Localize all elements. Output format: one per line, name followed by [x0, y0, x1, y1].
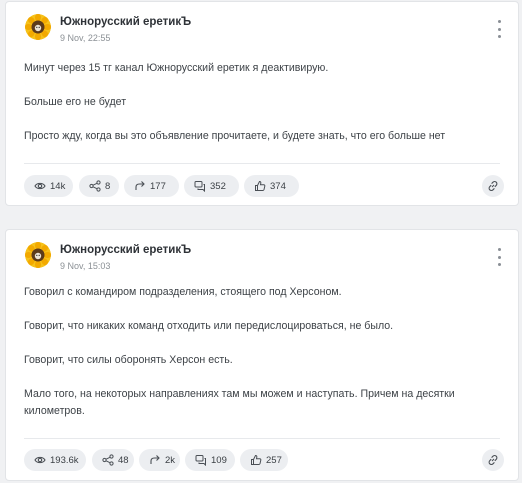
post-time: 9 Nov, 22:55: [60, 33, 111, 43]
comments-count[interactable]: 352: [184, 175, 239, 197]
comments-count[interactable]: 109: [185, 449, 235, 471]
comments-value: 109: [211, 454, 227, 466]
views-count[interactable]: 14k: [24, 175, 73, 197]
post-stats: 14k 8 177 352 374: [24, 175, 504, 197]
shares-count[interactable]: 8: [79, 175, 119, 197]
link-icon: [488, 180, 498, 192]
likes-value: 257: [266, 454, 282, 466]
divider: [24, 438, 500, 439]
views-value: 14k: [50, 180, 66, 192]
views-value: 193.6k: [50, 454, 79, 466]
eye-icon: [34, 456, 46, 464]
share-nodes-icon: [102, 454, 114, 466]
channel-name[interactable]: Южнорусский еретикЪ: [60, 16, 191, 28]
more-vertical-icon: [497, 248, 501, 251]
more-vertical-icon: [497, 20, 501, 23]
forward-arrow-icon: [135, 180, 145, 191]
post-paragraph: Говорит, что силы оборонять Херсон есть.: [24, 354, 233, 366]
likes-count[interactable]: 257: [240, 449, 288, 471]
comments-icon: [194, 181, 205, 192]
shares-count[interactable]: 48: [92, 449, 134, 471]
share-nodes-icon: [89, 180, 101, 192]
copy-link-button[interactable]: [482, 175, 504, 197]
post-paragraph: Говорил с командиром подразделения, стоя…: [24, 286, 342, 298]
thumbs-up-icon: [255, 181, 266, 191]
more-menu-button[interactable]: [494, 20, 504, 38]
post-header: Южнорусский еретикЪ 9 Nov, 15:03: [25, 242, 518, 274]
post-header: Южнорусский еретикЪ 9 Nov, 22:55: [25, 14, 518, 46]
channel-feed: Южнорусский еретикЪ 9 Nov, 22:55 Минут ч…: [0, 0, 522, 483]
post-paragraph: Говорит, что никаких команд отходить или…: [24, 320, 394, 332]
comments-value: 352: [210, 180, 226, 192]
comments-icon: [195, 455, 206, 466]
forwards-value: 177: [150, 180, 166, 192]
post-paragraph: Минут через 15 тг канал Южнорусский ерет…: [24, 62, 329, 74]
post-stats: 193.6k 48 2k 109 257: [24, 449, 504, 471]
post-paragraph: Мало того, на некоторых направлениях там…: [24, 388, 455, 417]
shares-value: 8: [105, 180, 111, 192]
thumbs-up-icon: [251, 455, 262, 465]
eye-icon: [34, 182, 46, 190]
views-count[interactable]: 193.6k: [24, 449, 86, 471]
post-paragraph: Просто жду, когда вы это объявление проч…: [24, 130, 446, 142]
copy-link-button[interactable]: [482, 449, 504, 471]
divider: [24, 163, 500, 164]
channel-name[interactable]: Южнорусский еретикЪ: [60, 244, 191, 256]
link-icon: [488, 454, 498, 466]
forwards-count[interactable]: 177: [124, 175, 179, 197]
forwards-count[interactable]: 2k: [139, 449, 180, 471]
post-card: Южнорусский еретикЪ 9 Nov, 15:03 Говорил…: [5, 229, 519, 481]
forwards-value: 2k: [165, 454, 176, 466]
channel-avatar[interactable]: [25, 14, 51, 40]
post-paragraph: Больше его не будет: [24, 96, 127, 108]
channel-avatar[interactable]: [25, 242, 51, 268]
likes-value: 374: [270, 180, 286, 192]
post-text: Говорил с командиром подразделения, стоя…: [24, 284, 504, 437]
more-menu-button[interactable]: [494, 248, 504, 266]
post-text: Минут через 15 тг канал Южнорусский ерет…: [24, 60, 504, 162]
post-time: 9 Nov, 15:03: [60, 261, 111, 271]
likes-count[interactable]: 374: [244, 175, 299, 197]
forward-arrow-icon: [150, 454, 160, 465]
post-card: Южнорусский еретикЪ 9 Nov, 22:55 Минут ч…: [5, 1, 519, 206]
shares-value: 48: [118, 454, 129, 466]
